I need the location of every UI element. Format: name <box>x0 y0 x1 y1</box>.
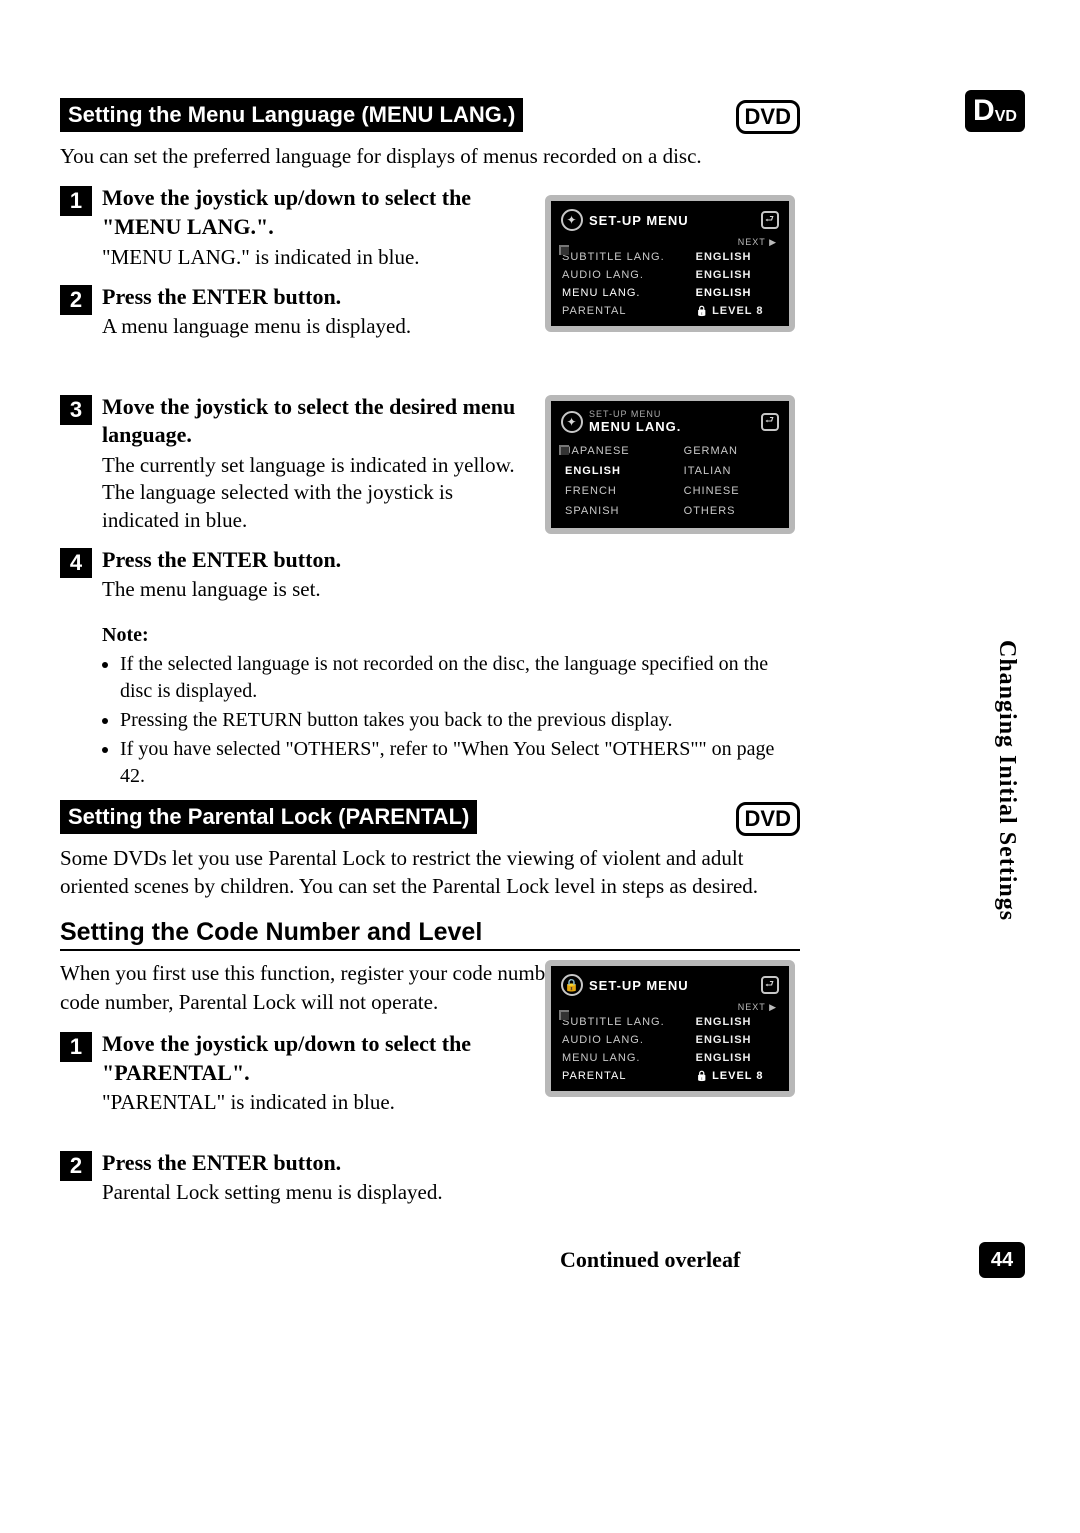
step-text: "MENU LANG." is indicated in blue. <box>102 244 520 271</box>
step-1: 1 Move the joystick up/down to select th… <box>60 184 520 270</box>
tab-indicator-icon <box>559 445 569 455</box>
step-title: Press the ENTER button. <box>102 283 411 312</box>
section-tab-dvd: DVD <box>965 90 1025 132</box>
osd-title: SET-UP MENU <box>589 213 689 228</box>
subheading-code-level: Setting the Code Number and Level <box>60 918 800 951</box>
step-text: "PARENTAL" is indicated in blue. <box>102 1089 520 1116</box>
osd-rows: SUBTITLE LANG.ENGLISH AUDIO LANG.ENGLISH… <box>557 248 783 320</box>
osd-row: AUDIO LANG.ENGLISH <box>557 1031 783 1049</box>
side-chapter-label: Changing Initial Settings <box>993 640 1020 921</box>
osd-row-highlighted: PARENTALLEVEL 8 <box>557 1067 783 1085</box>
step-text: A menu language menu is displayed. <box>102 313 411 340</box>
dvd-badge-icon: DVD <box>736 802 800 836</box>
osd-setup-parental: 🔒 SET-UP MENU ⮐ NEXT ▶ SUBTITLE LANG.ENG… <box>545 960 795 1097</box>
continued-overleaf: Continued overleaf <box>560 1247 740 1273</box>
note-item: If the selected language is not recorded… <box>120 651 802 705</box>
step-number: 1 <box>60 1032 92 1062</box>
step-number: 2 <box>60 1151 92 1181</box>
note-item: If you have selected "OTHERS", refer to … <box>120 736 802 790</box>
osd-row-highlighted: MENU LANG.ENGLISH <box>557 284 783 302</box>
step-number: 3 <box>60 395 92 425</box>
lock-icon <box>696 305 712 317</box>
osd-row: PARENTALLEVEL 8 <box>557 302 783 320</box>
step-text: The currently set language is indicated … <box>102 452 520 534</box>
tab-sub: VD <box>995 108 1017 126</box>
osd-row: SUBTITLE LANG.ENGLISH <box>557 1013 783 1031</box>
note-item: Pressing the RETURN button takes you bac… <box>120 707 802 734</box>
tab-main: D <box>973 94 995 128</box>
return-icon: ⮐ <box>761 211 779 229</box>
tab-indicator-icon <box>559 245 569 255</box>
page-number-badge: 44 <box>979 1242 1025 1278</box>
osd-next: NEXT ▶ <box>557 237 783 248</box>
osd-next: NEXT ▶ <box>557 1002 783 1013</box>
step-2: 2 Press the ENTER button. A menu languag… <box>60 283 520 341</box>
dvd-badge-icon: DVD <box>736 100 800 134</box>
note-block: Note: If the selected language is not re… <box>102 622 802 790</box>
osd-row: MENU LANG.ENGLISH <box>557 1049 783 1067</box>
osd-rows: SUBTITLE LANG.ENGLISH AUDIO LANG.ENGLISH… <box>557 1013 783 1085</box>
step-p2: 2 Press the ENTER button. Parental Lock … <box>60 1149 520 1207</box>
globe-icon: ✦ <box>561 411 583 433</box>
step-4: 4 Press the ENTER button. The menu langu… <box>60 546 520 604</box>
osd-title: MENU LANG. <box>589 419 681 434</box>
step-number: 2 <box>60 285 92 315</box>
note-title: Note: <box>102 622 802 649</box>
osd-menu-lang-grid: ✦ SET-UP MENU MENU LANG. ⮐ JAPANESEGERMA… <box>545 395 795 534</box>
osd-row: AUDIO LANG.ENGLISH <box>557 266 783 284</box>
tab-indicator-icon <box>559 1010 569 1020</box>
step-title: Move the joystick up/down to select the … <box>102 184 520 241</box>
step-title: Press the ENTER button. <box>102 546 341 575</box>
section-heading-menu-lang: Setting the Menu Language (MENU LANG.) <box>60 98 523 132</box>
osd-lang-grid: JAPANESEGERMAN ENGLISHITALIAN FRENCHCHIN… <box>557 440 783 522</box>
return-icon: ⮐ <box>761 413 779 431</box>
step-text: The menu language is set. <box>102 576 341 603</box>
osd-title: SET-UP MENU <box>589 978 689 993</box>
step-text: Parental Lock setting menu is displayed. <box>102 1179 443 1206</box>
step-title: Move the joystick up/down to select the … <box>102 1030 520 1087</box>
osd-super-title: SET-UP MENU <box>589 409 681 419</box>
section2-intro: Some DVDs let you use Parental Lock to r… <box>60 844 800 901</box>
globe-icon: ✦ <box>561 209 583 231</box>
osd-row: SUBTITLE LANG.ENGLISH <box>557 248 783 266</box>
step-title: Press the ENTER button. <box>102 1149 443 1178</box>
section-heading-parental: Setting the Parental Lock (PARENTAL) <box>60 800 477 834</box>
section1-intro: You can set the preferred language for d… <box>60 142 800 170</box>
step-3: 3 Move the joystick to select the desire… <box>60 393 520 534</box>
lock-icon <box>696 1070 712 1082</box>
step-p1: 1 Move the joystick up/down to select th… <box>60 1030 520 1116</box>
lock-icon: 🔒 <box>561 974 583 996</box>
step-number: 4 <box>60 548 92 578</box>
step-title: Move the joystick to select the desired … <box>102 393 520 450</box>
step-number: 1 <box>60 186 92 216</box>
return-icon: ⮐ <box>761 976 779 994</box>
osd-setup-menu-lang: ✦ SET-UP MENU ⮐ NEXT ▶ SUBTITLE LANG.ENG… <box>545 195 795 332</box>
